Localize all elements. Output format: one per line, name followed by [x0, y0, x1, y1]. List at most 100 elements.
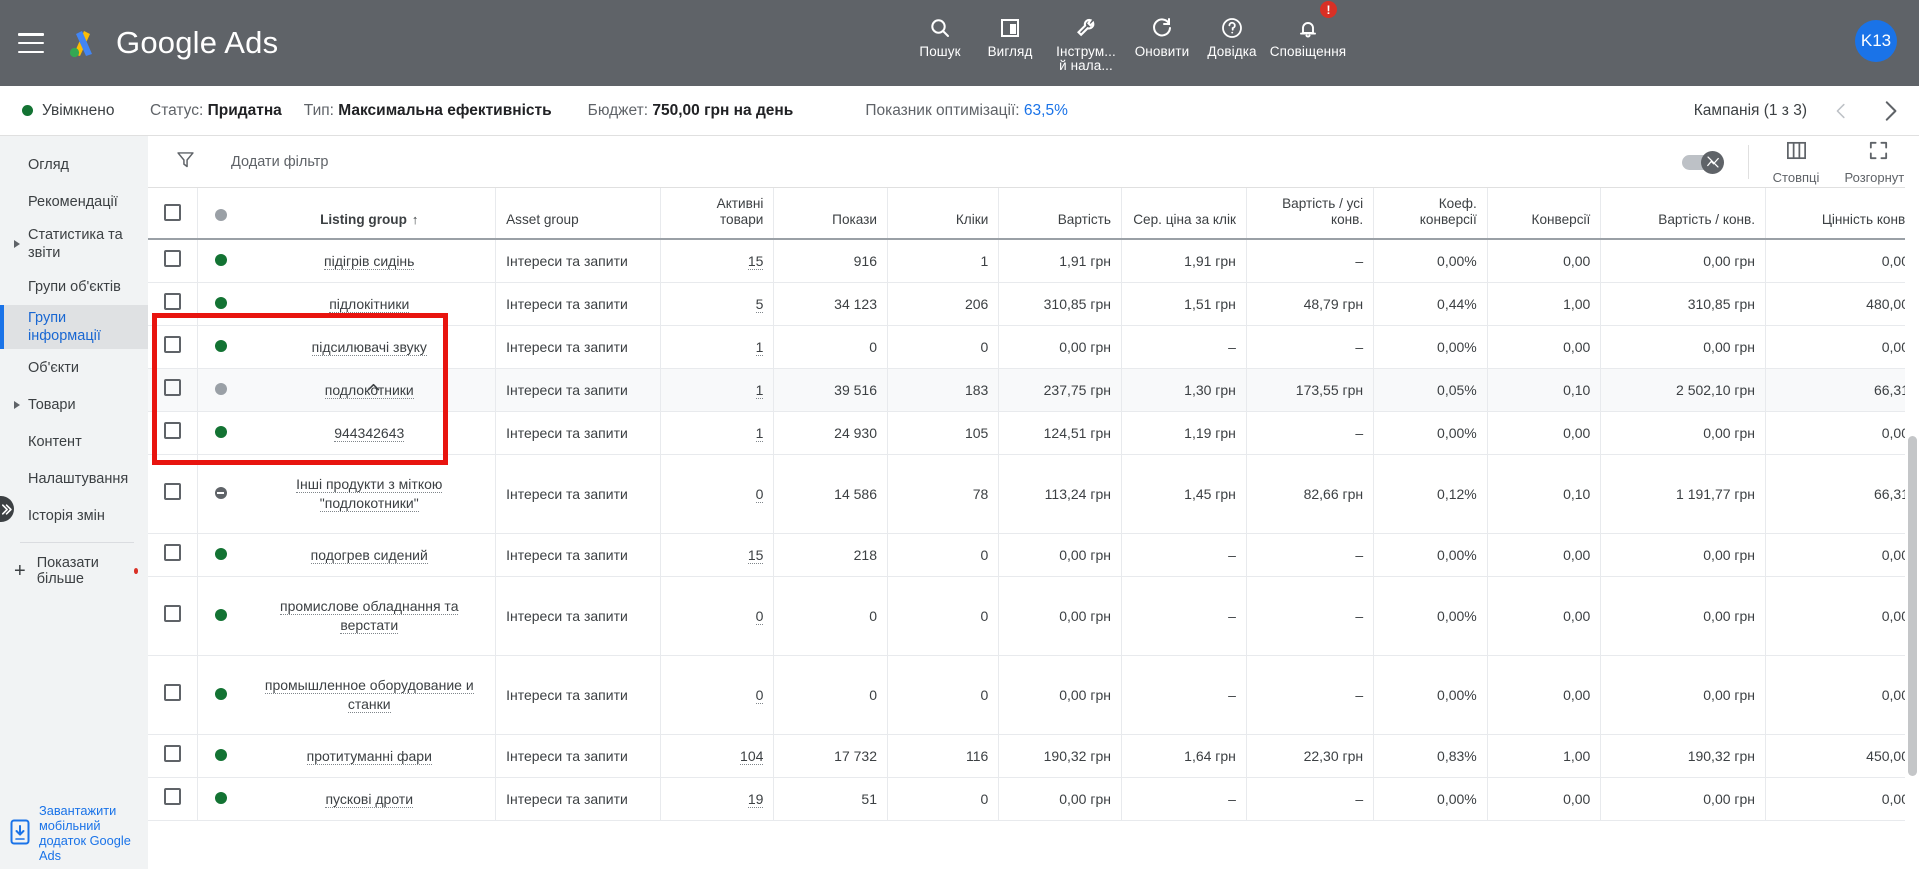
active-products-link[interactable]: 5: [755, 295, 764, 313]
hamburger-menu-icon[interactable]: [18, 33, 44, 53]
listing-group-link[interactable]: Інші продукти з міткою "подлокотники": [296, 476, 443, 512]
clicks-cell: 183: [887, 368, 1000, 412]
row-checkbox[interactable]: [164, 379, 182, 396]
cost-conv-cell: 0,00 грн: [1600, 655, 1767, 735]
columns-button[interactable]: Стовпці: [1755, 139, 1837, 185]
sidebar-item-listing-groups[interactable]: Групи інформації: [0, 305, 148, 349]
add-filter-button[interactable]: Додати фільтр: [231, 154, 328, 170]
conv-rate-cell: 0,00%: [1373, 411, 1488, 455]
row-checkbox[interactable]: [164, 684, 182, 701]
col-listing-group[interactable]: Listing group ↑: [243, 188, 497, 240]
funnel-icon[interactable]: [175, 149, 196, 175]
table-row[interactable]: підсилювачі звуку Інтереси та запити 1 0 0 0,…: [148, 325, 1919, 369]
row-checkbox[interactable]: [164, 250, 182, 267]
select-all-checkbox[interactable]: [164, 204, 182, 221]
table-row[interactable]: Інші продукти з міткою "подлокотники" Інт…: [148, 454, 1919, 534]
active-products-cell: 19: [660, 777, 775, 821]
sidebar-item-content[interactable]: Контент: [0, 423, 148, 460]
col-impressions[interactable]: Покази: [773, 188, 888, 240]
google-ads-logo-wrap[interactable]: Google Ads: [62, 23, 278, 63]
mobile-app-promo[interactable]: Завантажити мобільний додаток Google Ads: [0, 803, 148, 863]
sidebar-item-overview[interactable]: Огляд: [0, 146, 148, 183]
table-row[interactable]: 944342643 Інтереси та запити 1 24 930 105 124…: [148, 411, 1919, 455]
col-conv-value[interactable]: Цінність конв.: [1765, 188, 1919, 240]
campaign-budget[interactable]: Бюджет: 750,00 грн на день: [588, 102, 794, 120]
listing-group-link[interactable]: промислове обладнання та верстати: [280, 598, 459, 634]
table-row[interactable]: підігрів сидінь Інтереси та запити 15 916 1 1…: [148, 239, 1919, 283]
table-row[interactable]: промислове обладнання та верстати Інтерес…: [148, 576, 1919, 656]
active-products-link[interactable]: 0: [755, 607, 764, 625]
top-action-notifications[interactable]: ! Сповіщення: [1267, 1, 1349, 59]
listing-group-link[interactable]: протитуманні фари: [306, 747, 432, 765]
scrollbar-thumb[interactable]: [1908, 436, 1917, 776]
campaign-status: Увімкнено: [22, 102, 128, 120]
sidebar-item-insights-reports[interactable]: Статистика та звіти: [0, 220, 148, 268]
sidebar-item-assets[interactable]: Об'єкти: [0, 349, 148, 386]
sidebar-show-more-button[interactable]: + Показати більше: [0, 551, 148, 591]
col-conversions[interactable]: Конверсії: [1487, 188, 1602, 240]
tools-icon: [1074, 14, 1098, 42]
next-campaign-button[interactable]: [1877, 98, 1903, 124]
table-row[interactable]: протитуманні фари Інтереси та запити 104 17…: [148, 734, 1919, 778]
row-checkbox[interactable]: [164, 336, 182, 353]
listing-group-link[interactable]: 944342643: [334, 424, 405, 442]
clicks-cell: 116: [887, 734, 1000, 778]
listing-group-link[interactable]: підлокітники: [329, 295, 410, 313]
active-products-link[interactable]: 1: [755, 424, 764, 442]
col-conversions-label: Конверсії: [1531, 212, 1591, 227]
chevron-up-icon[interactable]: [365, 379, 382, 401]
active-products-link[interactable]: 0: [755, 485, 764, 503]
row-checkbox[interactable]: [164, 605, 182, 622]
table-row[interactable]: промышленное оборудование и станки Інтере…: [148, 655, 1919, 735]
col-active-products[interactable]: Активні товари: [660, 188, 775, 240]
col-cost[interactable]: Вартість: [998, 188, 1122, 240]
listing-group-link[interactable]: промышленное оборудование и станки: [264, 677, 474, 713]
top-action-search[interactable]: Пошук: [905, 6, 975, 59]
active-products-link[interactable]: 1: [755, 381, 764, 399]
table-row[interactable]: подогрев сидений Інтереси та запити 15 218 0…: [148, 533, 1919, 577]
listing-group-link[interactable]: подогрев сидений: [310, 546, 428, 564]
top-action-help[interactable]: Довідка: [1197, 6, 1267, 59]
top-action-view[interactable]: Вигляд: [975, 6, 1045, 59]
sidebar-item-products[interactable]: Товари: [0, 386, 148, 423]
listing-group-link[interactable]: підігрів сидінь: [324, 252, 415, 270]
active-products-link[interactable]: 1: [755, 338, 764, 356]
listing-group-link[interactable]: пускові дроти: [325, 790, 414, 808]
col-cost-conv[interactable]: Вартість / конв.: [1600, 188, 1767, 240]
row-checkbox[interactable]: [164, 745, 182, 762]
active-products-link[interactable]: 15: [747, 546, 764, 564]
cost-cell: 0,00 грн: [998, 576, 1122, 656]
row-checkbox[interactable]: [164, 293, 182, 310]
optimization-score[interactable]: Показник оптимізації: 63,5%: [865, 102, 1068, 120]
chart-toggle[interactable]: [1682, 150, 1724, 174]
active-products-link[interactable]: 0: [755, 686, 764, 704]
table-row[interactable]: подлокотники Інтереси та запити 1 39 516 183…: [148, 368, 1919, 412]
table-row[interactable]: пускові дроти Інтереси та запити 19 51 0 0,00…: [148, 777, 1919, 821]
row-select-cell: [148, 454, 199, 534]
col-clicks[interactable]: Кліки: [887, 188, 1000, 240]
active-products-link[interactable]: 15: [747, 252, 764, 270]
row-checkbox[interactable]: [164, 422, 182, 439]
row-checkbox[interactable]: [164, 483, 182, 500]
table-row[interactable]: підлокітники Інтереси та запити 5 34 123 206…: [148, 282, 1919, 326]
avatar[interactable]: K13: [1855, 20, 1897, 62]
top-action-tools[interactable]: Інструм... й нала...: [1045, 6, 1127, 73]
sidebar-item-settings[interactable]: Налаштування: [0, 460, 148, 497]
asset-group-cell: Інтереси та запити: [495, 533, 661, 577]
col-cost-all-conv[interactable]: Вартість / усі конв.: [1246, 188, 1375, 240]
sidebar-item-asset-groups[interactable]: Групи об'єктів: [0, 268, 148, 305]
top-action-refresh[interactable]: Оновити: [1127, 6, 1197, 59]
active-products-link[interactable]: 19: [747, 790, 764, 808]
sidebar-item-recommendations[interactable]: Рекомендації: [0, 183, 148, 220]
col-conv-rate[interactable]: Коеф. конверсії: [1373, 188, 1488, 240]
prev-campaign-button[interactable]: [1829, 98, 1855, 124]
sidebar-item-change-history[interactable]: Історія змін: [0, 497, 148, 534]
row-checkbox[interactable]: [164, 544, 182, 561]
active-products-link[interactable]: 104: [740, 747, 764, 765]
col-avg-cpc[interactable]: Сер. ціна за клік: [1121, 188, 1247, 240]
row-checkbox[interactable]: [164, 788, 182, 805]
listing-group-link[interactable]: підсилювачі звуку: [311, 338, 427, 356]
vertical-scrollbar[interactable]: [1905, 136, 1919, 869]
col-asset-group[interactable]: Asset group: [495, 188, 661, 240]
mobile-app-promo-label: Завантажити мобільний додаток Google Ads: [39, 803, 131, 863]
